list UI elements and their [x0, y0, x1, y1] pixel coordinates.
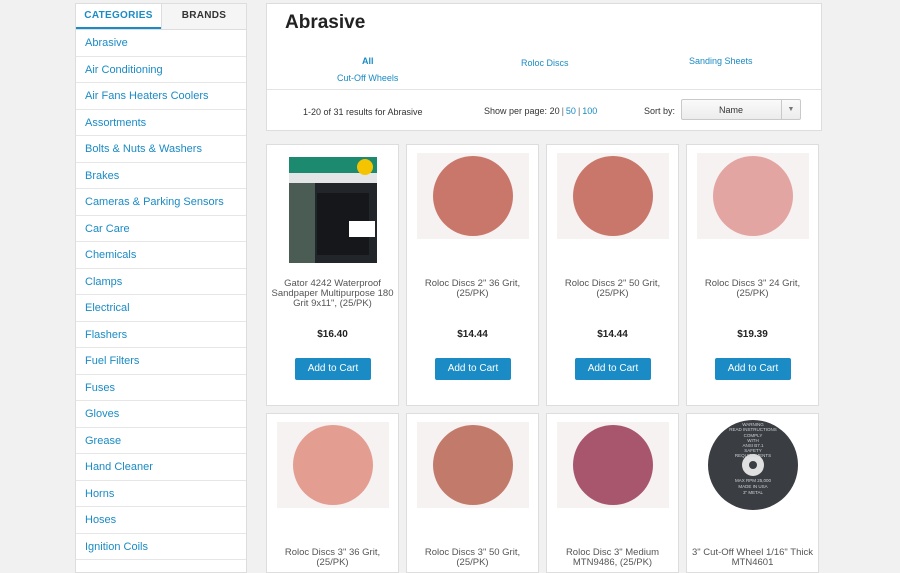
- filter-cut-off-wheels[interactable]: Cut-Off Wheels: [337, 73, 398, 83]
- filter-roloc-discs[interactable]: Roloc Discs: [521, 58, 569, 68]
- product-price: $14.44: [457, 329, 488, 340]
- filter-all[interactable]: All: [362, 56, 374, 66]
- sort-select[interactable]: Name ▼: [681, 99, 801, 120]
- product-disc-image: [433, 156, 513, 236]
- sidebar-item-category[interactable]: Air Conditioning: [76, 57, 246, 83]
- sidebar-item-category[interactable]: Fuel Filters: [76, 348, 246, 375]
- product-thumbnail[interactable]: [557, 153, 669, 239]
- sidebar-item-category[interactable]: Brakes: [76, 163, 246, 189]
- sidebar-item-category[interactable]: Car Care: [76, 216, 246, 242]
- tab-categories[interactable]: CATEGORIES: [76, 4, 161, 29]
- product-price: $16.40: [317, 329, 348, 340]
- product-name[interactable]: 3" Cut-Off Wheel 1/16" Thick MTN4601: [691, 548, 814, 568]
- product-card[interactable]: Roloc Discs 3" 36 Grit, (25/PK): [266, 413, 399, 573]
- add-to-cart-button[interactable]: Add to Cart: [295, 358, 371, 380]
- sidebar-item-category[interactable]: Ignition Coils: [76, 534, 246, 560]
- results-toolbar: 1-20 of 31 results for Abrasive Show per…: [267, 89, 821, 131]
- sidebar-item-category[interactable]: Air Fans Heaters Coolers: [76, 83, 246, 110]
- product-name[interactable]: Roloc Disc 3" Medium MTN9486, (25/PK): [551, 548, 674, 568]
- product-wheel-image: WARNINGREAD INSTRUCTIONSCOMPLYWITHANSI B…: [708, 420, 798, 510]
- product-name[interactable]: Gator 4242 Waterproof Sandpaper Multipur…: [271, 279, 394, 309]
- sidebar-item-category[interactable]: Grease: [76, 428, 246, 454]
- chevron-down-icon: ▼: [781, 100, 800, 119]
- sidebar-item-category[interactable]: Fuses: [76, 375, 246, 401]
- sort-label: Sort by:: [644, 106, 676, 116]
- add-to-cart-button[interactable]: Add to Cart: [435, 358, 511, 380]
- wheel-label-text: 3" METAL: [743, 490, 764, 495]
- wheel-label-text: MAX RPM 25,000: [735, 478, 772, 483]
- category-list: Abrasive Air Conditioning Air Fans Heaters…: [76, 30, 246, 560]
- sidebar-item-category[interactable]: Flashers: [76, 322, 246, 348]
- add-to-cart-button[interactable]: Add to Cart: [715, 358, 791, 380]
- sidebar-item-category[interactable]: Hoses: [76, 507, 246, 534]
- product-thumbnail[interactable]: [277, 422, 389, 508]
- product-thumbnail[interactable]: [417, 153, 529, 239]
- sidebar-item-category[interactable]: Bolts & Nuts & Washers: [76, 136, 246, 163]
- product-disc-image: [433, 425, 513, 505]
- sort-value: Name: [718, 105, 743, 115]
- tab-brands[interactable]: BRANDS: [161, 4, 246, 29]
- filter-sanding-sheets[interactable]: Sanding Sheets: [689, 56, 753, 66]
- product-name[interactable]: Roloc Discs 3" 50 Grit, (25/PK): [411, 548, 534, 568]
- product-thumbnail[interactable]: [557, 422, 669, 508]
- wheel-label-text: MADE IN USA: [738, 484, 767, 489]
- per-page-current: 20: [549, 106, 560, 116]
- per-page-label: Show per page:: [484, 106, 548, 116]
- product-name[interactable]: Roloc Discs 2" 36 Grit, (25/PK): [411, 279, 534, 299]
- sidebar-item-category[interactable]: Gloves: [76, 401, 246, 428]
- product-disc-image: [573, 425, 653, 505]
- product-disc-image: [293, 425, 373, 505]
- sidebar-item-category[interactable]: Assortments: [76, 110, 246, 136]
- product-card[interactable]: Roloc Discs 2" 50 Grit, (25/PK) $14.44 Add…: [546, 144, 679, 406]
- sidebar-item-category[interactable]: Electrical: [76, 295, 246, 322]
- sidebar-item-category[interactable]: Hand Cleaner: [76, 454, 246, 481]
- per-page-selector: Show per page: 20 | 50 | 100: [484, 106, 598, 116]
- product-sandpaper-image: [289, 157, 377, 263]
- add-to-cart-button[interactable]: Add to Cart: [575, 358, 651, 380]
- product-name[interactable]: Roloc Discs 2" 50 Grit, (25/PK): [551, 279, 674, 299]
- product-card[interactable]: WARNING READ INSTRUCTIONS COMPLY WITH ANSI B…: [686, 413, 819, 573]
- wheel-label-text: REQUIREMENTS: [735, 453, 771, 458]
- product-disc-image: [713, 156, 793, 236]
- product-disc-image: [573, 156, 653, 236]
- product-card[interactable]: Roloc Discs 2" 36 Grit, (25/PK) $14.44 Add…: [406, 144, 539, 406]
- product-name[interactable]: Roloc Discs 3" 36 Grit, (25/PK): [271, 548, 394, 568]
- results-count: 1-20 of 31 results for Abrasive: [303, 107, 423, 117]
- product-name[interactable]: Roloc Discs 3" 24 Grit, (25/PK): [691, 279, 814, 299]
- sidebar-item-category[interactable]: Clamps: [76, 269, 246, 295]
- product-card[interactable]: Roloc Discs 3" 50 Grit, (25/PK): [406, 413, 539, 573]
- sidebar-item-category[interactable]: Cameras & Parking Sensors: [76, 189, 246, 216]
- sidebar-item-category[interactable]: Horns: [76, 481, 246, 507]
- product-thumbnail[interactable]: [417, 422, 529, 508]
- product-card[interactable]: Roloc Discs 3" 24 Grit, (25/PK) $19.39 Add…: [686, 144, 819, 406]
- product-price: $19.39: [737, 329, 768, 340]
- category-sidebar: CATEGORIES BRANDS Abrasive Air Conditioni…: [75, 3, 247, 573]
- product-thumbnail[interactable]: WARNING READ INSTRUCTIONS COMPLY WITH ANSI B…: [697, 420, 809, 510]
- per-page-100-link[interactable]: 100: [582, 106, 597, 116]
- per-page-50-link[interactable]: 50: [566, 106, 576, 116]
- product-thumbnail[interactable]: [697, 153, 809, 239]
- sidebar-item-category[interactable]: Chemicals: [76, 242, 246, 269]
- sidebar-tabs: CATEGORIES BRANDS: [76, 4, 246, 30]
- subcategory-filters: All Roloc Discs Sanding Sheets Cut-Off W…: [267, 54, 821, 88]
- listing-header: Abrasive All Roloc Discs Sanding Sheets …: [266, 3, 822, 131]
- product-thumbnail[interactable]: [277, 155, 389, 265]
- page-title: Abrasive: [285, 12, 366, 33]
- wheel-label-text: READ INSTRUCTIONS: [729, 427, 777, 432]
- product-price: $14.44: [597, 329, 628, 340]
- product-card[interactable]: Gator 4242 Waterproof Sandpaper Multipur…: [266, 144, 399, 406]
- product-card[interactable]: Roloc Disc 3" Medium MTN9486, (25/PK): [546, 413, 679, 573]
- sidebar-item-category[interactable]: Abrasive: [76, 30, 246, 57]
